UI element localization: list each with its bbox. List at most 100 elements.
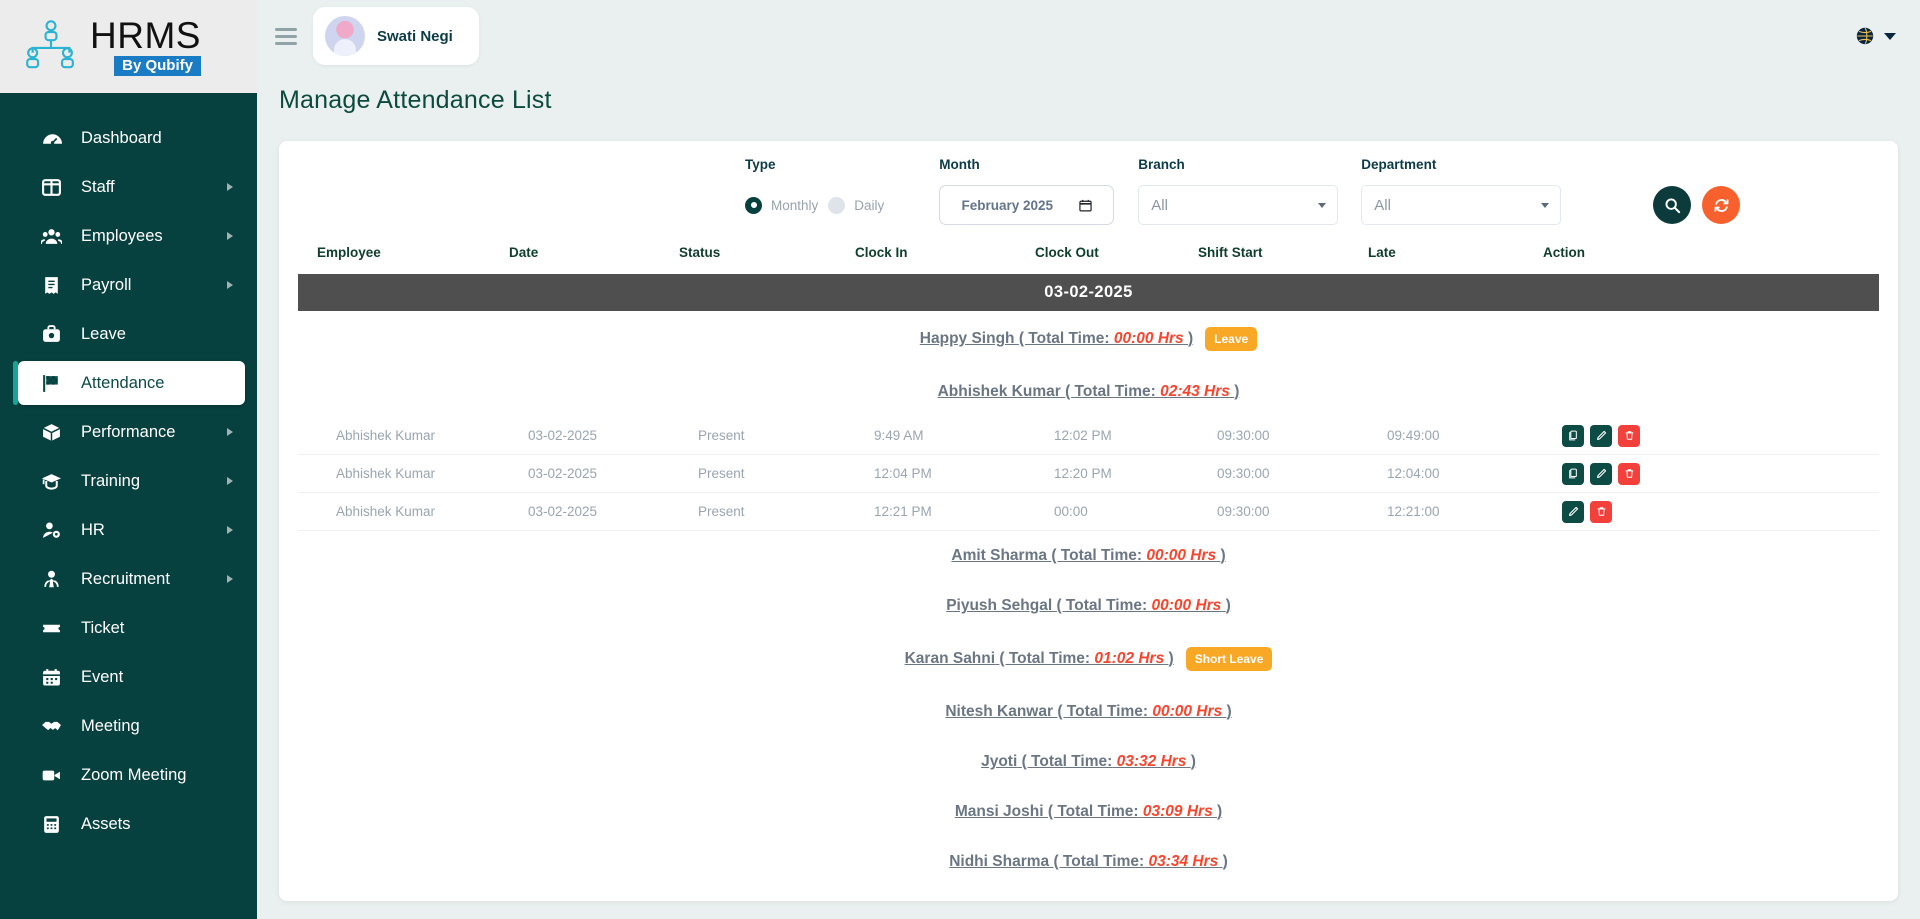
employee-summary-link[interactable]: Nitesh Kanwar ( Total Time: 00:00 Hrs ): [945, 703, 1231, 721]
edit-icon: [1596, 468, 1607, 479]
summary-total-label: ( Total Time:: [1056, 597, 1148, 614]
gauge-icon: [41, 128, 67, 149]
employee-summary-link[interactable]: Jyoti ( Total Time: 03:32 Hrs ): [981, 753, 1196, 771]
edit-button[interactable]: [1562, 500, 1584, 523]
employee-summary-row[interactable]: Piyush Sehgal ( Total Time: 00:00 Hrs ): [279, 581, 1898, 631]
sidebar-item-hr[interactable]: HR: [18, 508, 245, 552]
table-header-row: Employee Date Status Clock In Clock Out Shift…: [279, 239, 1898, 274]
employee-summary-row[interactable]: Nitesh Kanwar ( Total Time: 00:00 Hrs ): [279, 687, 1898, 737]
refresh-button[interactable]: [1702, 186, 1741, 224]
date-group-banner: 03-02-2025: [298, 274, 1879, 311]
employee-summary-row[interactable]: Abhishek Kumar ( Total Time: 02:43 Hrs ): [279, 367, 1898, 417]
sidebar-item-label: Dashboard: [81, 128, 162, 147]
employee-summary-row[interactable]: Mansi Joshi ( Total Time: 03:09 Hrs ): [279, 787, 1898, 837]
employee-summary-link[interactable]: Amit Sharma ( Total Time: 00:00 Hrs ): [951, 547, 1225, 565]
cell-clock-in: 9:49 AM: [874, 428, 924, 443]
sidebar-item-payroll[interactable]: Payroll: [18, 263, 245, 307]
summary-total-time: 00:00 Hrs: [1146, 547, 1217, 564]
employee-summary-link[interactable]: Piyush Sehgal ( Total Time: 00:00 Hrs ): [946, 597, 1231, 615]
employee-summary-row[interactable]: Shivam Kashyap ( Total Time: 02:49 Hrs ): [279, 887, 1898, 901]
filter-department: Department All: [1361, 157, 1562, 225]
department-label: Department: [1361, 157, 1437, 172]
copy-icon: [1568, 430, 1579, 441]
refresh-icon: [1713, 197, 1730, 214]
delete-button[interactable]: [1590, 500, 1612, 523]
column-header-clock-in: Clock In: [855, 245, 908, 260]
brand-title: HRMS: [90, 15, 201, 56]
department-value: All: [1374, 196, 1391, 214]
sidebar-item-employees[interactable]: Employees: [18, 214, 245, 258]
org-chart-icon: [22, 18, 80, 76]
cell-late: 12:04:00: [1387, 466, 1440, 481]
chevron-down-icon[interactable]: [1884, 32, 1896, 40]
sidebar-item-attendance[interactable]: Attendance: [13, 361, 245, 405]
employee-summary-row[interactable]: Karan Sahni ( Total Time: 01:02 Hrs ) Sho…: [279, 631, 1898, 687]
cell-clock-out: 00:00: [1054, 504, 1088, 519]
summary-total-label: ( Total Time:: [1018, 330, 1110, 347]
filter-month: Month February 2025: [939, 157, 1115, 225]
summary-employee-name: Jyoti: [981, 753, 1018, 770]
employee-summary-link[interactable]: Nidhi Sharma ( Total Time: 03:34 Hrs ): [949, 853, 1228, 871]
summary-employee-name: Nitesh Kanwar: [945, 703, 1054, 720]
sidebar-item-staff[interactable]: Staff: [18, 165, 245, 209]
sidebar-item-ticket[interactable]: Ticket: [18, 606, 245, 650]
row-actions: [1562, 462, 1732, 485]
copy-button[interactable]: [1562, 424, 1584, 447]
sidebar-item-dashboard[interactable]: Dashboard: [18, 116, 245, 160]
cell-clock-out: 12:02 PM: [1054, 428, 1112, 443]
employee-summary-row[interactable]: Jyoti ( Total Time: 03:32 Hrs ): [279, 737, 1898, 787]
avatar: [325, 16, 365, 56]
radio-daily-dot: [828, 196, 846, 214]
sidebar-item-event[interactable]: Event: [18, 655, 245, 699]
sidebar-item-assets[interactable]: Assets: [18, 802, 245, 846]
row-actions: [1562, 500, 1732, 523]
sidebar-item-label: Recruitment: [81, 569, 170, 588]
employee-summary-row[interactable]: Nidhi Sharma ( Total Time: 03:34 Hrs ): [279, 837, 1898, 887]
sidebar-item-performance[interactable]: Performance: [18, 410, 245, 454]
summary-total-label: ( Total Time:: [1057, 703, 1149, 720]
chevron-right-icon: [227, 232, 233, 240]
attendance-card: Type Monthly Daily Month February 2025 B…: [279, 141, 1898, 901]
brand-logo[interactable]: HRMS By Qubify: [0, 0, 257, 93]
employee-summary-link[interactable]: Mansi Joshi ( Total Time: 03:09 Hrs ): [955, 803, 1222, 821]
sidebar-item-meeting[interactable]: Meeting: [18, 704, 245, 748]
branch-value: All: [1151, 196, 1168, 214]
month-input[interactable]: February 2025: [939, 185, 1115, 225]
cell-employee: Abhishek Kumar: [336, 504, 436, 519]
flag-icon: [41, 373, 67, 394]
video-icon: [41, 765, 67, 786]
globe-icon[interactable]: [1855, 26, 1875, 46]
search-button[interactable]: [1653, 186, 1692, 224]
delete-button[interactable]: [1618, 424, 1640, 447]
edit-button[interactable]: [1590, 424, 1612, 447]
briefcase-icon: [41, 324, 67, 345]
copy-button[interactable]: [1562, 462, 1584, 485]
delete-icon: [1624, 430, 1635, 441]
filter-actions: [1653, 185, 1741, 225]
cell-status: Present: [698, 466, 745, 481]
summary-total-time: 03:09 Hrs: [1142, 803, 1213, 820]
hamburger-icon[interactable]: [275, 27, 297, 45]
summary-total-time: 03:32 Hrs: [1116, 753, 1187, 770]
sidebar-item-zoom-meeting[interactable]: Zoom Meeting: [18, 753, 245, 797]
delete-button[interactable]: [1618, 462, 1640, 485]
radio-daily[interactable]: Daily: [828, 196, 884, 214]
sidebar-item-leave[interactable]: Leave: [18, 312, 245, 356]
summary-employee-name: Happy Singh: [919, 330, 1015, 347]
sidebar-item-recruitment[interactable]: Recruitment: [18, 557, 245, 601]
user-chip[interactable]: Swati Negi: [313, 7, 479, 65]
employee-summary-row[interactable]: Happy Singh ( Total Time: 00:00 Hrs ) Lea…: [279, 311, 1898, 367]
column-header-late: Late: [1368, 245, 1396, 260]
sidebar: HRMS By Qubify Dashboard Staff Employees Pa…: [0, 0, 257, 919]
sidebar-item-training[interactable]: Training: [18, 459, 245, 503]
department-select[interactable]: All: [1361, 185, 1562, 225]
employee-summary-row[interactable]: Amit Sharma ( Total Time: 00:00 Hrs ): [279, 531, 1898, 581]
edit-button[interactable]: [1590, 462, 1612, 485]
employee-summary-link[interactable]: Happy Singh ( Total Time: 00:00 Hrs ): [920, 330, 1193, 348]
employee-summary-link[interactable]: Abhishek Kumar ( Total Time: 02:43 Hrs ): [938, 383, 1240, 401]
employee-summary-link[interactable]: Karan Sahni ( Total Time: 01:02 Hrs ): [905, 650, 1174, 668]
radio-monthly[interactable]: Monthly: [745, 196, 818, 214]
chevron-right-icon: [227, 281, 233, 289]
branch-select[interactable]: All: [1138, 185, 1339, 225]
filter-branch: Branch All: [1138, 157, 1339, 225]
